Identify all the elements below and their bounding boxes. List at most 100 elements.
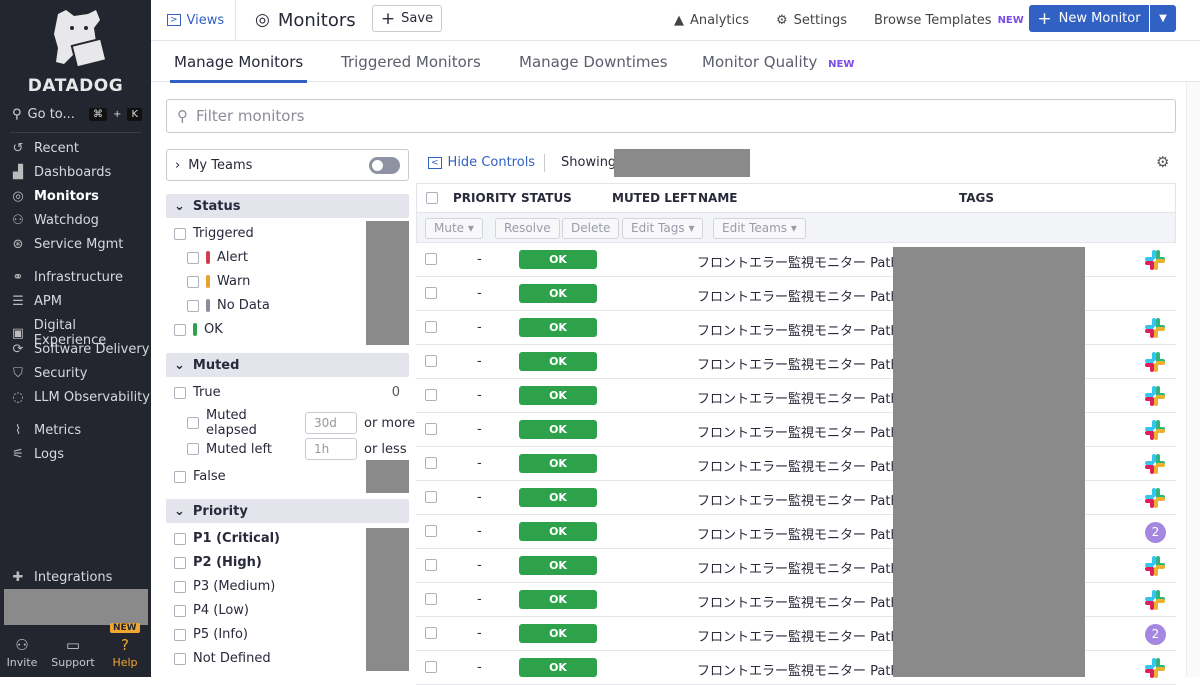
col-status[interactable]: STATUS	[521, 191, 572, 205]
select-all-checkbox[interactable]	[426, 192, 438, 204]
sidebar-item-apm[interactable]: ☰ APM	[10, 294, 62, 309]
row-checkbox[interactable]	[425, 423, 437, 435]
monitor-name-link[interactable]: フロントエラー監視モニター Path:	[697, 626, 903, 645]
monitor-name-link[interactable]: フロントエラー監視モニター Path:	[697, 320, 903, 339]
row-checkbox[interactable]	[425, 253, 437, 265]
row-checkbox[interactable]	[425, 355, 437, 367]
facet-ok[interactable]: OK	[174, 322, 223, 337]
sidebar-item-monitors[interactable]: ◎ Monitors	[10, 189, 99, 204]
help-button[interactable]: NEW? Help	[103, 623, 147, 669]
tab-triggered-monitors[interactable]: Triggered Monitors	[341, 53, 481, 71]
row-checkbox[interactable]	[425, 593, 437, 605]
analytics-link[interactable]: ▲ Analytics	[674, 13, 749, 28]
checkbox[interactable]	[174, 628, 186, 641]
checkbox[interactable]	[187, 251, 199, 264]
invite-button[interactable]: ⚇ Invite	[0, 636, 44, 669]
browse-templates-link[interactable]: Browse Templates NEW	[874, 13, 1024, 28]
tag-count-badge[interactable]: 2	[1145, 624, 1166, 645]
edit-tags-button[interactable]: Edit Tags ▾	[622, 218, 704, 239]
checkbox[interactable]	[187, 443, 199, 455]
sidebar-item-security[interactable]: ⛉ Security	[10, 366, 87, 381]
facet-priority[interactable]: P5 (Info)	[174, 627, 248, 642]
checkbox[interactable]	[174, 386, 186, 399]
row-checkbox[interactable]	[425, 491, 437, 503]
sidebar-item-infrastructure[interactable]: ⚭ Infrastructure	[10, 270, 123, 285]
row-checkbox[interactable]	[425, 321, 437, 333]
monitor-name-link[interactable]: フロントエラー監視モニター Path:	[697, 524, 903, 543]
new-monitor-dropdown[interactable]: ▼	[1150, 5, 1176, 32]
row-checkbox[interactable]	[425, 661, 437, 673]
tag-count-badge[interactable]: 2	[1145, 522, 1166, 543]
row-checkbox[interactable]	[425, 627, 437, 639]
checkbox[interactable]	[174, 604, 186, 617]
sidebar-item-metrics[interactable]: ⌇ Metrics	[10, 423, 81, 438]
monitor-name-link[interactable]: フロントエラー監視モニター Path:	[697, 490, 903, 509]
checkbox[interactable]	[174, 532, 186, 545]
new-monitor-button[interactable]: + New Monitor	[1029, 5, 1149, 32]
priority-section-header[interactable]: ⌄ Priority	[166, 499, 409, 523]
facet-muted-left[interactable]: Muted left 1h or less	[187, 438, 407, 460]
sidebar-item-llm-observability[interactable]: ◌ LLM Observability	[10, 390, 150, 405]
col-priority[interactable]: PRIORITY	[453, 191, 516, 205]
facet-triggered[interactable]: Triggered	[174, 226, 254, 241]
hide-controls-button[interactable]: < Hide Controls	[428, 155, 535, 170]
views-button[interactable]: > Views	[167, 13, 224, 28]
delete-button[interactable]: Delete	[562, 218, 620, 239]
scrollbar[interactable]	[1186, 82, 1200, 677]
facet-priority[interactable]: P3 (Medium)	[174, 579, 275, 594]
monitor-name-link[interactable]: フロントエラー監視モニター Path:	[697, 286, 903, 305]
checkbox[interactable]	[174, 227, 186, 240]
row-checkbox[interactable]	[425, 389, 437, 401]
tab-manage-monitors[interactable]: Manage Monitors	[169, 53, 308, 83]
monitor-name-link[interactable]: フロントエラー監視モニター Path:	[697, 388, 903, 407]
facet-warn[interactable]: Warn	[187, 274, 250, 289]
col-muted-left[interactable]: MUTED LEFT	[612, 191, 696, 205]
row-checkbox[interactable]	[425, 525, 437, 537]
monitor-name-link[interactable]: フロントエラー監視モニター Path:	[697, 422, 903, 441]
resolve-button[interactable]: Resolve	[495, 218, 560, 239]
checkbox[interactable]	[174, 323, 186, 336]
monitor-name-link[interactable]: フロントエラー監視モニター Path:	[697, 592, 903, 611]
checkbox[interactable]	[174, 652, 186, 665]
my-teams-switch[interactable]	[369, 156, 400, 174]
facet-priority[interactable]: P1 (Critical)	[174, 531, 280, 546]
checkbox[interactable]	[187, 275, 199, 288]
sidebar-item-software-delivery[interactable]: ⟳ Software Delivery	[10, 342, 150, 357]
sidebar-item-recent[interactable]: ↺ Recent	[10, 141, 79, 156]
edit-teams-button[interactable]: Edit Teams ▾	[713, 218, 806, 239]
sidebar-item-integrations[interactable]: ✚ Integrations	[10, 570, 113, 585]
my-teams-toggle-row[interactable]: › My Teams	[166, 149, 409, 181]
checkbox[interactable]	[187, 417, 199, 429]
monitor-name-link[interactable]: フロントエラー監視モニター Path:	[697, 252, 903, 271]
sidebar-item-watchdog[interactable]: ⚇ Watchdog	[10, 213, 99, 228]
checkbox[interactable]	[174, 580, 186, 593]
row-checkbox[interactable]	[425, 287, 437, 299]
facet-nodata[interactable]: No Data	[187, 298, 270, 313]
col-tags[interactable]: TAGS	[959, 191, 994, 205]
sidebar-item-service-mgmt[interactable]: ⊛ Service Mgmt	[10, 237, 124, 252]
sidebar-item-logs[interactable]: ⚟ Logs	[10, 447, 64, 462]
tab-monitor-quality[interactable]: Monitor Quality NEW	[702, 53, 854, 71]
monitor-name-link[interactable]: フロントエラー監視モニター Path:	[697, 660, 903, 679]
facet-priority[interactable]: P2 (High)	[174, 555, 262, 570]
mute-button[interactable]: Mute ▾	[425, 218, 483, 239]
facet-priority[interactable]: Not Defined	[174, 651, 271, 666]
facet-alert[interactable]: Alert	[187, 250, 248, 265]
monitor-name-link[interactable]: フロントエラー監視モニター Path:	[697, 456, 903, 475]
checkbox[interactable]	[174, 470, 186, 483]
table-settings-icon[interactable]: ⚙	[1156, 153, 1169, 171]
muted-elapsed-input[interactable]: 30d	[305, 412, 357, 434]
checkbox[interactable]	[174, 556, 186, 569]
muted-section-header[interactable]: ⌄ Muted	[166, 353, 409, 377]
settings-link[interactable]: ⚙ Settings	[776, 13, 847, 28]
row-checkbox[interactable]	[425, 457, 437, 469]
sidebar-item-dashboards[interactable]: ▟ Dashboards	[10, 165, 111, 180]
tab-manage-downtimes[interactable]: Manage Downtimes	[519, 53, 668, 71]
filter-monitors-input[interactable]: ⚲ Filter monitors	[166, 99, 1176, 133]
status-section-header[interactable]: ⌄ Status	[166, 194, 409, 218]
checkbox[interactable]	[187, 299, 199, 312]
goto-search[interactable]: ⚲ Go to... ⌘ + K	[12, 107, 142, 122]
monitor-name-link[interactable]: フロントエラー監視モニター Path:	[697, 558, 903, 577]
col-name[interactable]: NAME	[698, 191, 737, 205]
facet-priority[interactable]: P4 (Low)	[174, 603, 249, 618]
